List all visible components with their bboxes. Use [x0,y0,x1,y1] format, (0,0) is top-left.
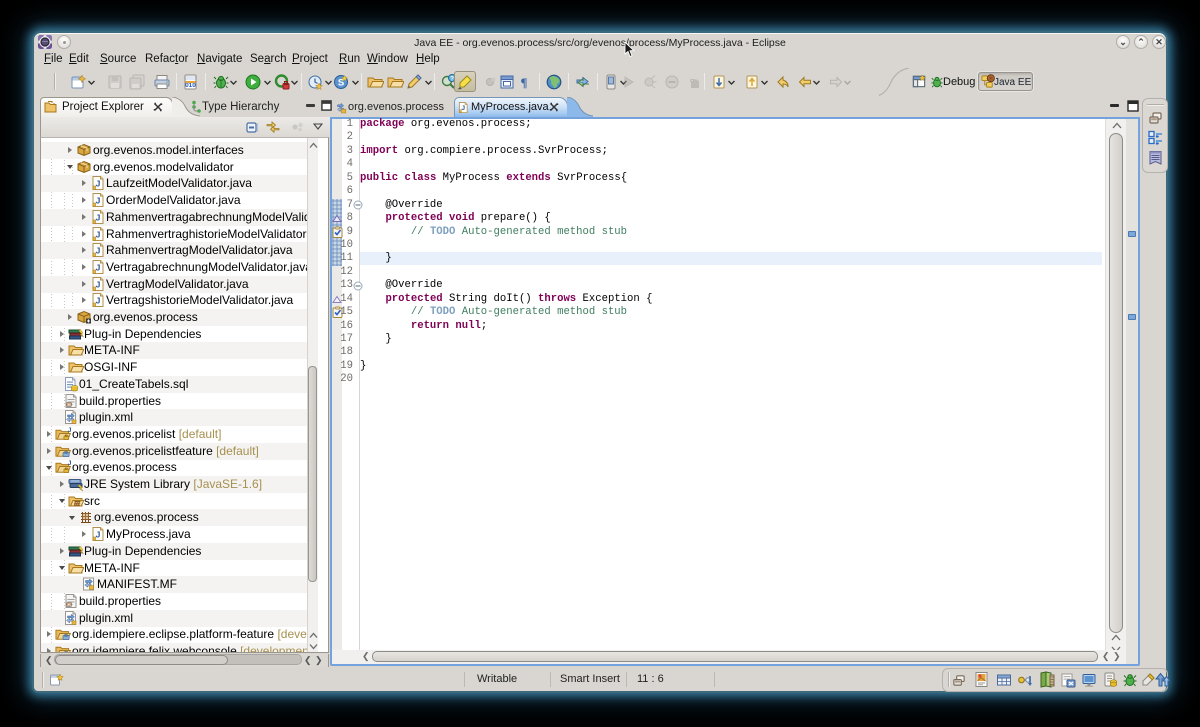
svg-text:¶: ¶ [520,75,527,90]
svg-text:010: 010 [185,82,196,89]
